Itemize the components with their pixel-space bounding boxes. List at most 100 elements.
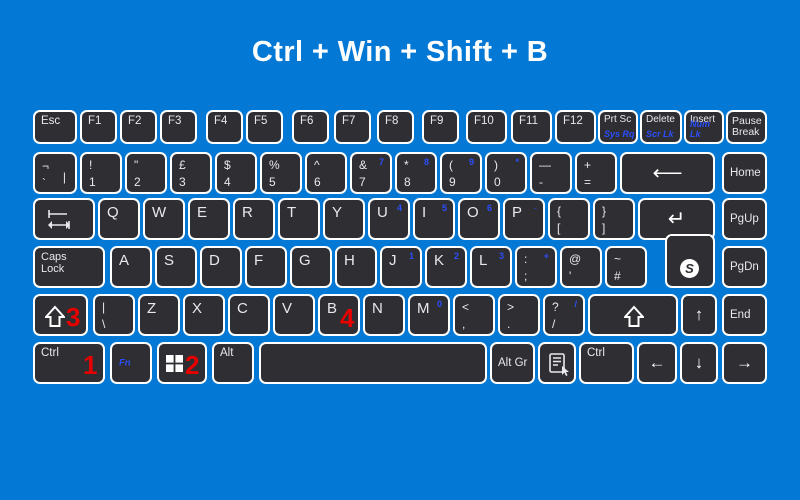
key-alt-left[interactable]: Alt xyxy=(212,342,254,384)
key-m[interactable]: M 0 xyxy=(408,294,450,336)
key-hash[interactable]: ~ # xyxy=(605,246,647,288)
key-f6[interactable]: F6 xyxy=(292,110,329,144)
key-g[interactable]: G xyxy=(290,246,332,288)
key-f4[interactable]: F4 xyxy=(206,110,243,144)
key-f7[interactable]: F7 xyxy=(334,110,371,144)
key-alt-gr[interactable]: Alt Gr xyxy=(490,342,535,384)
key-q[interactable]: Q xyxy=(98,198,140,240)
key-4[interactable]: $4 xyxy=(215,152,257,194)
key-1[interactable]: ! 1 xyxy=(80,152,122,194)
key-period[interactable]: >. xyxy=(498,294,540,336)
key-o[interactable]: O 6 xyxy=(458,198,500,240)
key-end[interactable]: End xyxy=(722,294,767,336)
key-w[interactable]: W xyxy=(143,198,185,240)
key-i[interactable]: I 5 xyxy=(413,198,455,240)
key-b[interactable]: B 4 xyxy=(318,294,360,336)
key-arrow-down[interactable]: ↓ xyxy=(680,342,718,384)
key-shift-right[interactable] xyxy=(588,294,678,336)
key-r[interactable]: R xyxy=(233,198,275,240)
key-pause-break[interactable]: Pause Break xyxy=(726,110,767,144)
key-fn[interactable]: Fn xyxy=(110,342,152,384)
key-backspace[interactable]: ⟵ xyxy=(620,152,715,194)
key-slash[interactable]: ? / / xyxy=(543,294,585,336)
enter-arrow-icon: ↵ xyxy=(667,207,686,231)
key-delete[interactable]: Delete Scr Lk xyxy=(640,110,682,144)
key-arrow-left[interactable]: ← xyxy=(637,342,677,384)
key-page-up[interactable]: PgUp xyxy=(722,198,767,240)
key-p[interactable]: P - xyxy=(503,198,545,240)
key-minus[interactable]: — - xyxy=(530,152,572,194)
key-k[interactable]: K 2 xyxy=(425,246,467,288)
key-semicolon[interactable]: :; + xyxy=(515,246,557,288)
key-f8[interactable]: F8 xyxy=(377,110,414,144)
key-s[interactable]: S xyxy=(155,246,197,288)
key-i-numpad-legend: 5 xyxy=(441,203,447,213)
key-tab[interactable] xyxy=(33,198,95,240)
key-apostrophe[interactable]: @ ' xyxy=(560,246,602,288)
key-j[interactable]: J 1 xyxy=(380,246,422,288)
key-f11[interactable]: F11 xyxy=(511,110,552,144)
key-ctrl-right[interactable]: Ctrl xyxy=(579,342,634,384)
key-f12[interactable]: F12 xyxy=(555,110,596,144)
key-u-numpad-legend: 4 xyxy=(396,203,402,213)
key-0[interactable]: ) 0 * xyxy=(485,152,527,194)
key-6[interactable]: ^ 6 xyxy=(305,152,347,194)
key-caps-lock[interactable]: Caps Lock xyxy=(33,246,105,288)
key-comma[interactable]: <, xyxy=(453,294,495,336)
key-f2[interactable]: F2 xyxy=(120,110,157,144)
key-f[interactable]: F xyxy=(245,246,287,288)
key-bracket-left[interactable]: {[ xyxy=(548,198,590,240)
key-page-down[interactable]: PgDn xyxy=(722,246,767,288)
key-y[interactable]: Y xyxy=(323,198,365,240)
key-arrow-up[interactable]: ↑ xyxy=(681,294,717,336)
key-menu[interactable] xyxy=(538,342,576,384)
key-t[interactable]: T xyxy=(278,198,320,240)
key-u[interactable]: U 4 xyxy=(368,198,410,240)
key-ctrl-left[interactable]: Ctrl 1 xyxy=(33,342,105,384)
up-arrow-icon: ↑ xyxy=(694,305,704,324)
key-7-numpad-legend: 7 xyxy=(378,157,384,167)
context-menu-icon xyxy=(549,353,570,377)
key-f10[interactable]: F10 xyxy=(466,110,507,144)
key-arrow-right[interactable]: → xyxy=(722,342,767,384)
key-h[interactable]: H xyxy=(335,246,377,288)
key-9[interactable]: (9 9 xyxy=(440,152,482,194)
key-equals[interactable]: + = xyxy=(575,152,617,194)
key-2[interactable]: " 2 xyxy=(125,152,167,194)
key-l[interactable]: L 3 xyxy=(470,246,512,288)
key-f3[interactable]: F3 xyxy=(160,110,197,144)
shift-up-arrow-icon-right xyxy=(624,305,644,329)
left-arrow-icon: ← xyxy=(648,353,666,372)
key-backtick[interactable]: ¬ ` | xyxy=(33,152,77,194)
key-5[interactable]: % 5 xyxy=(260,152,302,194)
keyboard-shortcut-diagram: Ctrl + Win + Shift + B Esc F1 F2 F3 F4 F… xyxy=(0,0,800,500)
key-bracket-right[interactable]: }] xyxy=(593,198,635,240)
key-space[interactable] xyxy=(259,342,487,384)
key-f5[interactable]: F5 xyxy=(246,110,283,144)
key-z[interactable]: Z xyxy=(138,294,180,336)
key-x[interactable]: X xyxy=(183,294,225,336)
key-7[interactable]: & 7 7 xyxy=(350,152,392,194)
key-a[interactable]: A xyxy=(110,246,152,288)
key-windows[interactable]: 2 xyxy=(157,342,207,384)
key-d[interactable]: D xyxy=(200,246,242,288)
key-3[interactable]: £3 xyxy=(170,152,212,194)
backspace-arrow-icon: ⟵ xyxy=(652,161,683,185)
brand-logo-icon: S xyxy=(680,259,699,278)
key-8[interactable]: * 8 8 xyxy=(395,152,437,194)
key-print-screen[interactable]: Prt Sc Sys Rq xyxy=(598,110,638,144)
key-c[interactable]: C xyxy=(228,294,270,336)
key-o-numpad-legend: 6 xyxy=(486,203,492,213)
key-f1[interactable]: F1 xyxy=(80,110,117,144)
key-k-numpad-legend: 2 xyxy=(453,251,459,261)
key-insert[interactable]: Insert Num Lk xyxy=(684,110,724,144)
key-backslash[interactable]: | \ xyxy=(93,294,135,336)
key-e[interactable]: E xyxy=(188,198,230,240)
key-home[interactable]: Home xyxy=(722,152,767,194)
key-v[interactable]: V xyxy=(273,294,315,336)
key-f9[interactable]: F9 xyxy=(422,110,459,144)
key-esc[interactable]: Esc xyxy=(33,110,77,144)
key-shift-left[interactable]: 3 xyxy=(33,294,88,336)
key-n[interactable]: N xyxy=(363,294,405,336)
key-semicolon-numpad-legend: + xyxy=(543,251,549,261)
